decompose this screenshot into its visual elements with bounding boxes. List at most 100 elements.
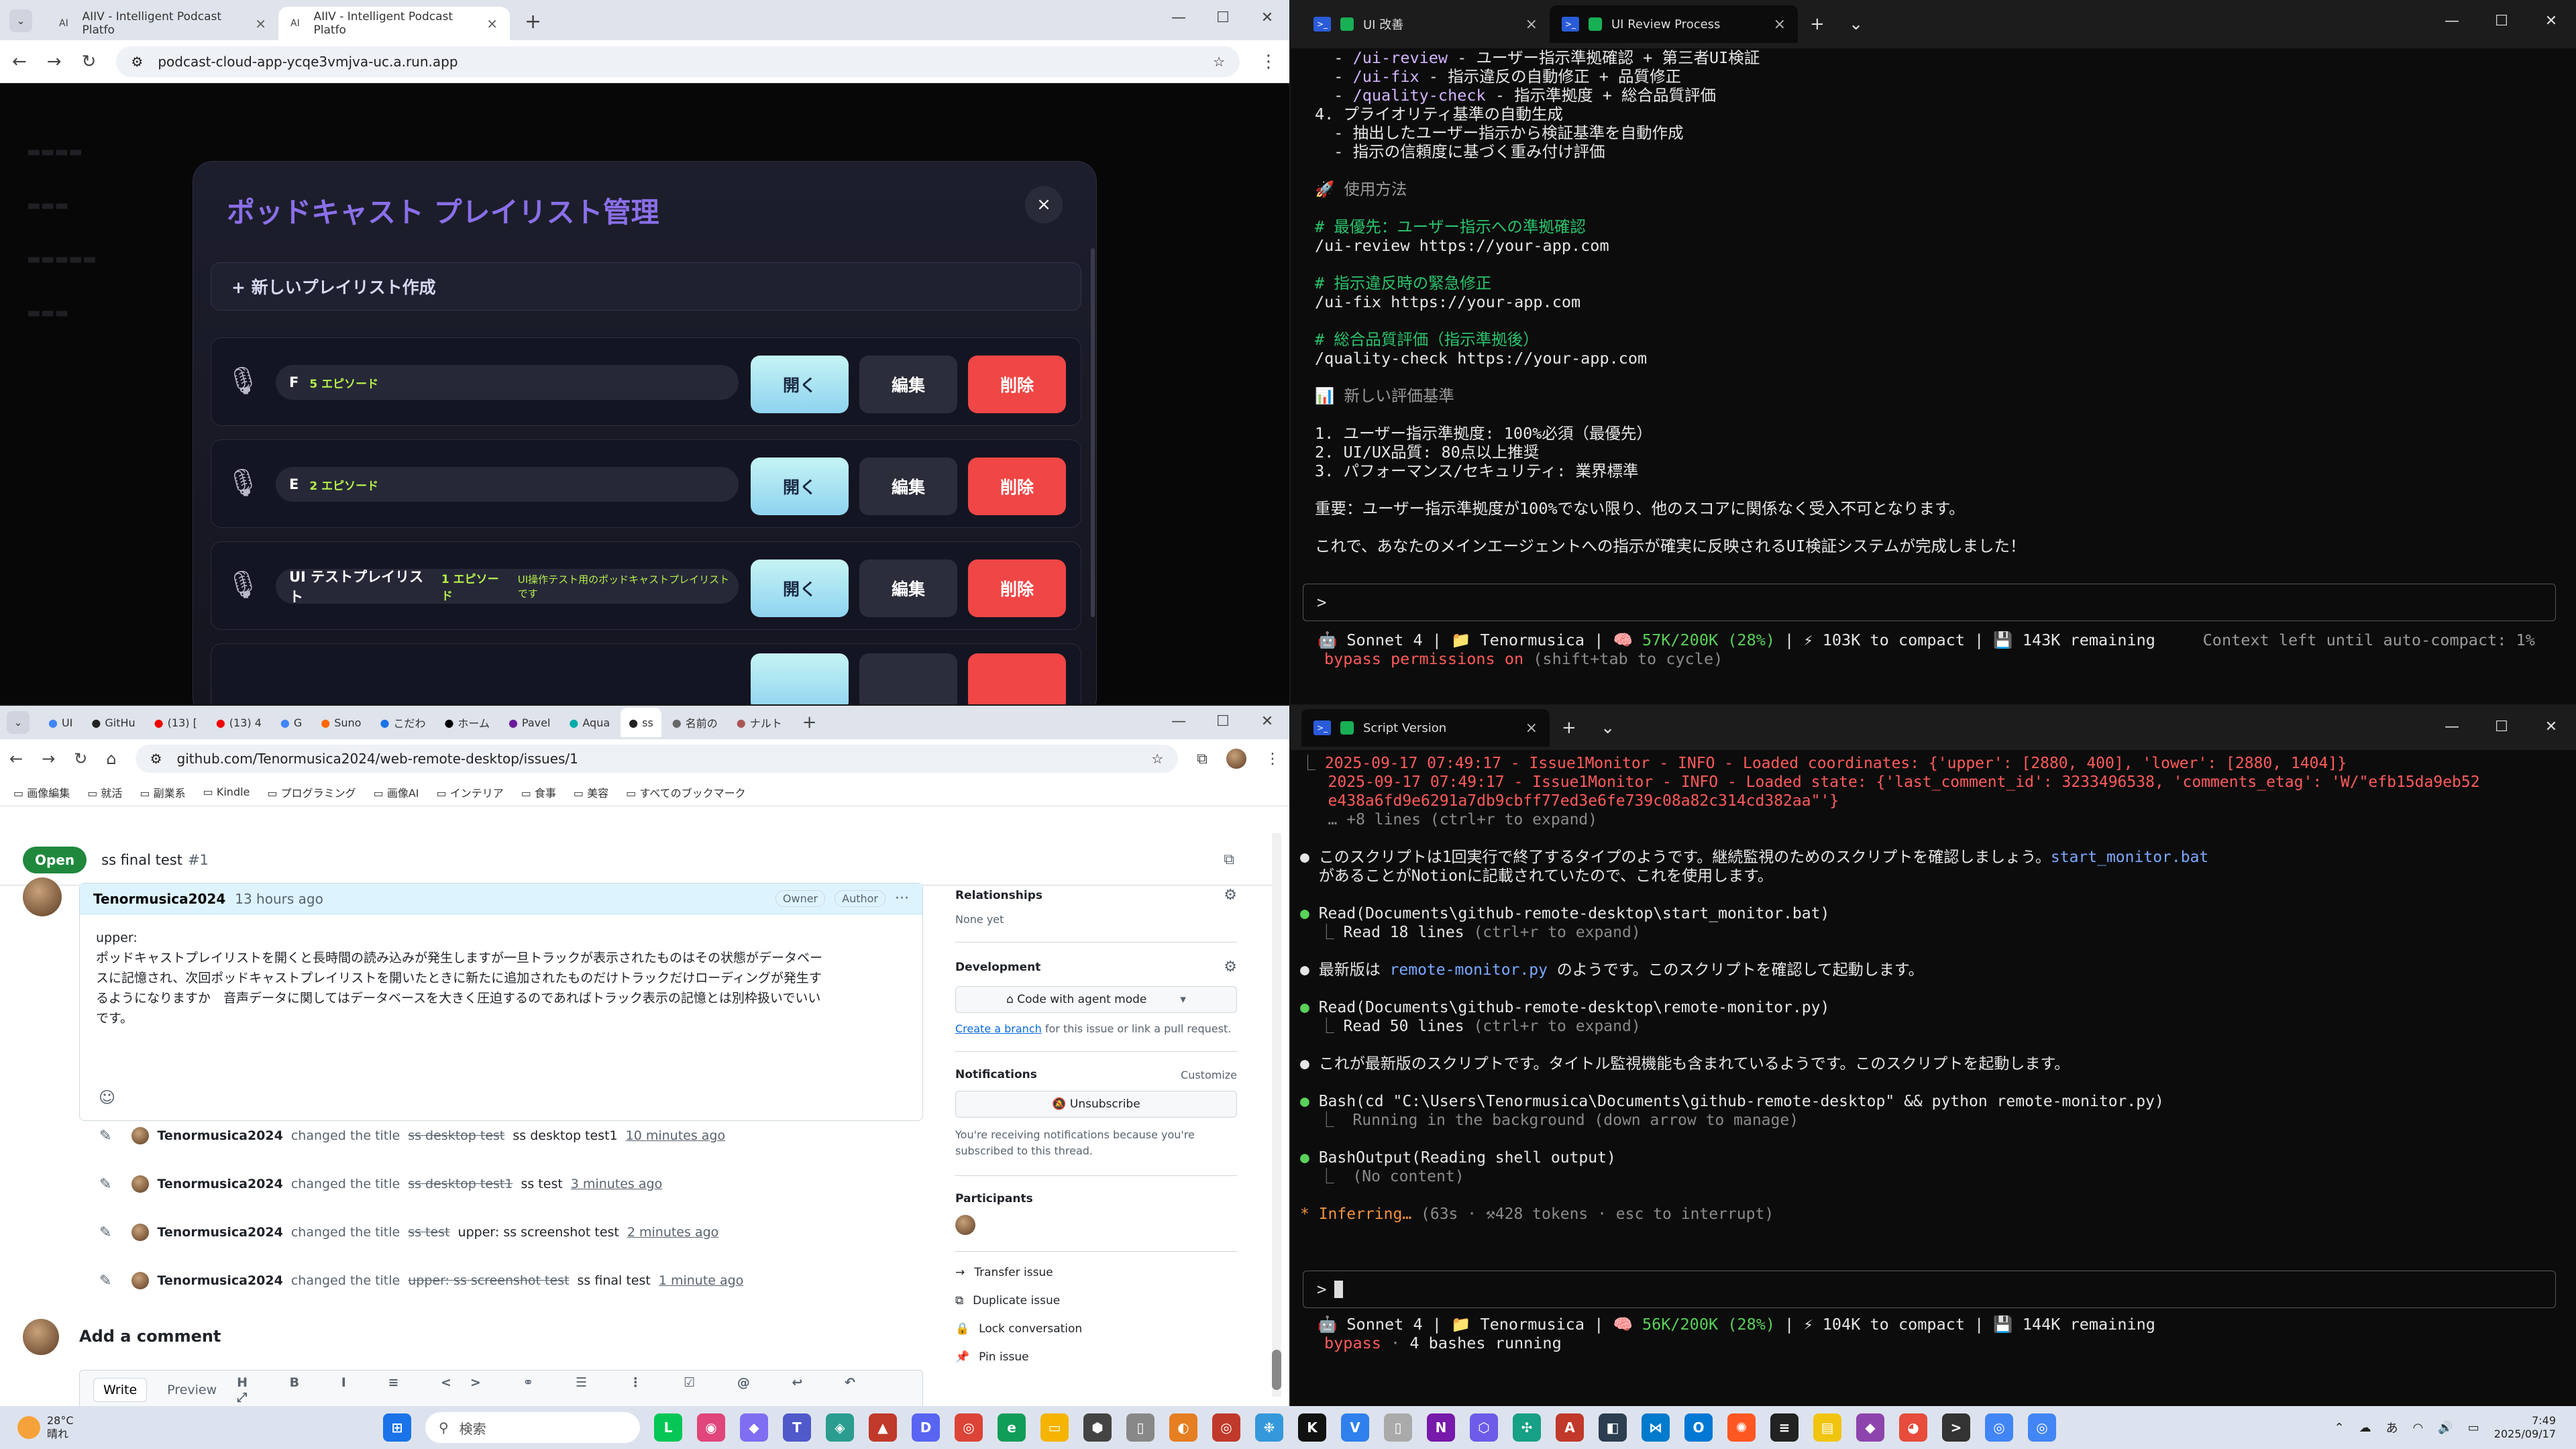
terminal-icon[interactable]: > xyxy=(1942,1413,1970,1442)
app-icon[interactable]: ◉ xyxy=(697,1413,725,1442)
close-tab-icon[interactable]: × xyxy=(1525,720,1538,737)
browser-tab[interactable]: ● こだわ xyxy=(372,708,433,737)
chevron-up-icon[interactable]: ⌃ xyxy=(2334,1421,2345,1435)
open-playlist-button[interactable]: 開く xyxy=(751,356,849,413)
bookmark-star-icon[interactable]: ☆ xyxy=(1213,54,1225,70)
maximize-icon[interactable]: ☐ xyxy=(1201,0,1245,35)
app-icon[interactable]: ▲ xyxy=(869,1413,897,1442)
app-icon[interactable]: V xyxy=(1341,1413,1369,1442)
minimize-icon[interactable]: — xyxy=(1157,706,1201,737)
maximize-icon[interactable]: ☐ xyxy=(1201,706,1245,737)
bookmark-folder[interactable]: ▭ 画像編集 xyxy=(13,784,70,800)
user-avatar[interactable] xyxy=(131,1127,150,1144)
customize-link[interactable]: Customize xyxy=(1181,1069,1237,1081)
site-info-icon[interactable]: ⚙ xyxy=(150,751,162,767)
browser-tab[interactable]: ● (13) [ xyxy=(146,708,205,737)
close-window-icon[interactable]: ✕ xyxy=(1245,706,1289,737)
close-tab-icon[interactable]: × xyxy=(255,15,266,32)
tab-dropdown-icon[interactable]: ⌄ xyxy=(1589,718,1627,738)
minimize-icon[interactable]: — xyxy=(2427,0,2477,42)
battery-icon[interactable]: ▭ xyxy=(2468,1421,2479,1435)
add-reaction-icon[interactable]: ☺ xyxy=(99,1088,115,1107)
bookmark-folder[interactable]: ▭ 副業系 xyxy=(140,784,185,800)
bookmark-folder[interactable]: ▭ 就活 xyxy=(87,784,122,800)
edit-playlist-button[interactable]: 編集 xyxy=(859,559,957,617)
edit-playlist-button[interactable]: 編集 xyxy=(859,458,957,515)
gear-icon[interactable]: ⚙ xyxy=(1224,959,1237,975)
user-avatar[interactable] xyxy=(131,1175,150,1193)
back-icon[interactable]: ← xyxy=(9,749,23,768)
back-icon[interactable]: ← xyxy=(12,52,27,72)
terminal-tab-active[interactable]: >_ Script Version × xyxy=(1301,709,1550,747)
app-icon[interactable]: ▤ xyxy=(1813,1413,1841,1442)
browser-tab[interactable]: ● Pavel xyxy=(500,708,558,737)
chrome-icon[interactable]: ◎ xyxy=(955,1413,983,1442)
event-time[interactable]: 3 minutes ago xyxy=(571,1177,662,1191)
volume-icon[interactable]: 🔊 xyxy=(2438,1421,2453,1435)
app-icon[interactable]: ✺ xyxy=(1727,1413,1756,1442)
browser-tab[interactable]: ● (13) 4 xyxy=(208,708,270,737)
new-tab-button[interactable]: + xyxy=(1550,718,1589,738)
app-icon[interactable]: ◎ xyxy=(2028,1413,2056,1442)
maximize-icon[interactable]: ☐ xyxy=(2477,706,2526,747)
issue-action-link[interactable]: → Transfer issue xyxy=(955,1258,1237,1287)
issue-action-link[interactable]: ⧉ Duplicate issue xyxy=(955,1287,1237,1315)
extensions-icon[interactable]: ⧉ xyxy=(1197,751,1208,767)
user-avatar[interactable] xyxy=(131,1272,150,1289)
profile-avatar[interactable] xyxy=(1226,749,1246,769)
firefox-icon[interactable]: ◕ xyxy=(1899,1413,1927,1442)
app-icon[interactable]: ✣ xyxy=(1513,1413,1541,1442)
write-tab[interactable]: Write xyxy=(93,1378,148,1402)
app-icon[interactable]: ◆ xyxy=(1856,1413,1884,1442)
minimize-icon[interactable]: — xyxy=(2427,706,2477,747)
participant-avatar[interactable] xyxy=(955,1215,975,1235)
user-avatar[interactable] xyxy=(131,1224,150,1241)
event-user[interactable]: Tenormusica2024 xyxy=(157,1128,282,1143)
edit-playlist-button[interactable]: 編集 xyxy=(859,356,957,413)
app-icon[interactable]: ▯ xyxy=(1126,1413,1155,1442)
discord-icon[interactable]: D xyxy=(912,1413,940,1442)
prompt-input[interactable]: > xyxy=(1303,1271,2556,1308)
tab-dropdown-icon[interactable]: ⌄ xyxy=(1837,14,1876,34)
browser-tab[interactable]: AI AIIV - Intelligent Podcast Platfo × xyxy=(47,7,278,40)
event-user[interactable]: Tenormusica2024 xyxy=(157,1273,282,1288)
issue-action-link[interactable]: 📌 Pin issue xyxy=(955,1343,1237,1371)
app-icon[interactable]: ▯ xyxy=(1384,1413,1412,1442)
browser-tab[interactable]: ● UI xyxy=(40,708,80,737)
page-scrollbar[interactable] xyxy=(1272,833,1281,1397)
preview-tab[interactable]: Preview xyxy=(167,1383,217,1397)
outlook-icon[interactable]: O xyxy=(1684,1413,1713,1442)
prompt-input[interactable]: > xyxy=(1303,584,2556,621)
windows-start-icon[interactable]: ⊞ xyxy=(383,1413,411,1442)
close-window-icon[interactable]: ✕ xyxy=(1245,0,1289,35)
scrollbar-thumb[interactable] xyxy=(1272,1350,1281,1390)
open-playlist-button[interactable] xyxy=(751,653,849,704)
tab-search-button[interactable]: ⌄ xyxy=(9,9,32,32)
event-time[interactable]: 2 minutes ago xyxy=(627,1225,718,1240)
create-branch-link[interactable]: Create a branch xyxy=(955,1022,1042,1035)
event-time[interactable]: 1 minute ago xyxy=(659,1273,744,1288)
copy-link-icon[interactable]: ⧉ xyxy=(1224,851,1234,868)
chevron-down-icon[interactable]: ▾ xyxy=(1180,993,1186,1006)
open-playlist-button[interactable]: 開く xyxy=(751,559,849,617)
app-icon[interactable]: ◆ xyxy=(740,1413,768,1442)
delete-playlist-button[interactable] xyxy=(968,653,1066,704)
event-time[interactable]: 10 minutes ago xyxy=(626,1128,726,1143)
minimize-icon[interactable]: — xyxy=(1157,0,1201,35)
close-tab-icon[interactable]: × xyxy=(486,15,498,32)
bookmark-folder[interactable]: ▭ インテリア xyxy=(436,784,503,800)
close-window-icon[interactable]: ✕ xyxy=(2526,706,2576,747)
bookmark-folder[interactable]: ▭ プログラミング xyxy=(267,784,356,800)
wifi-icon[interactable]: ◠ xyxy=(2413,1421,2424,1435)
app-icon[interactable]: ◧ xyxy=(1599,1413,1627,1442)
app-icon[interactable]: ⬢ xyxy=(1083,1413,1112,1442)
site-info-icon[interactable]: ⚙ xyxy=(131,54,143,70)
delete-playlist-button[interactable]: 削除 xyxy=(968,458,1066,515)
browser-tab[interactable]: ● ホーム xyxy=(436,708,498,737)
clock[interactable]: 7:49 2025/09/17 xyxy=(2494,1414,2556,1441)
issue-action-link[interactable]: 🔒 Lock conversation xyxy=(955,1315,1237,1343)
browser-tab[interactable]: ● Suno xyxy=(313,708,369,737)
app-icon[interactable]: ◎ xyxy=(1985,1413,2013,1442)
new-playlist-button[interactable]: + 新しいプレイリスト作成 xyxy=(211,262,1081,311)
menu-kebab-icon[interactable]: ⋮ xyxy=(1260,52,1277,72)
